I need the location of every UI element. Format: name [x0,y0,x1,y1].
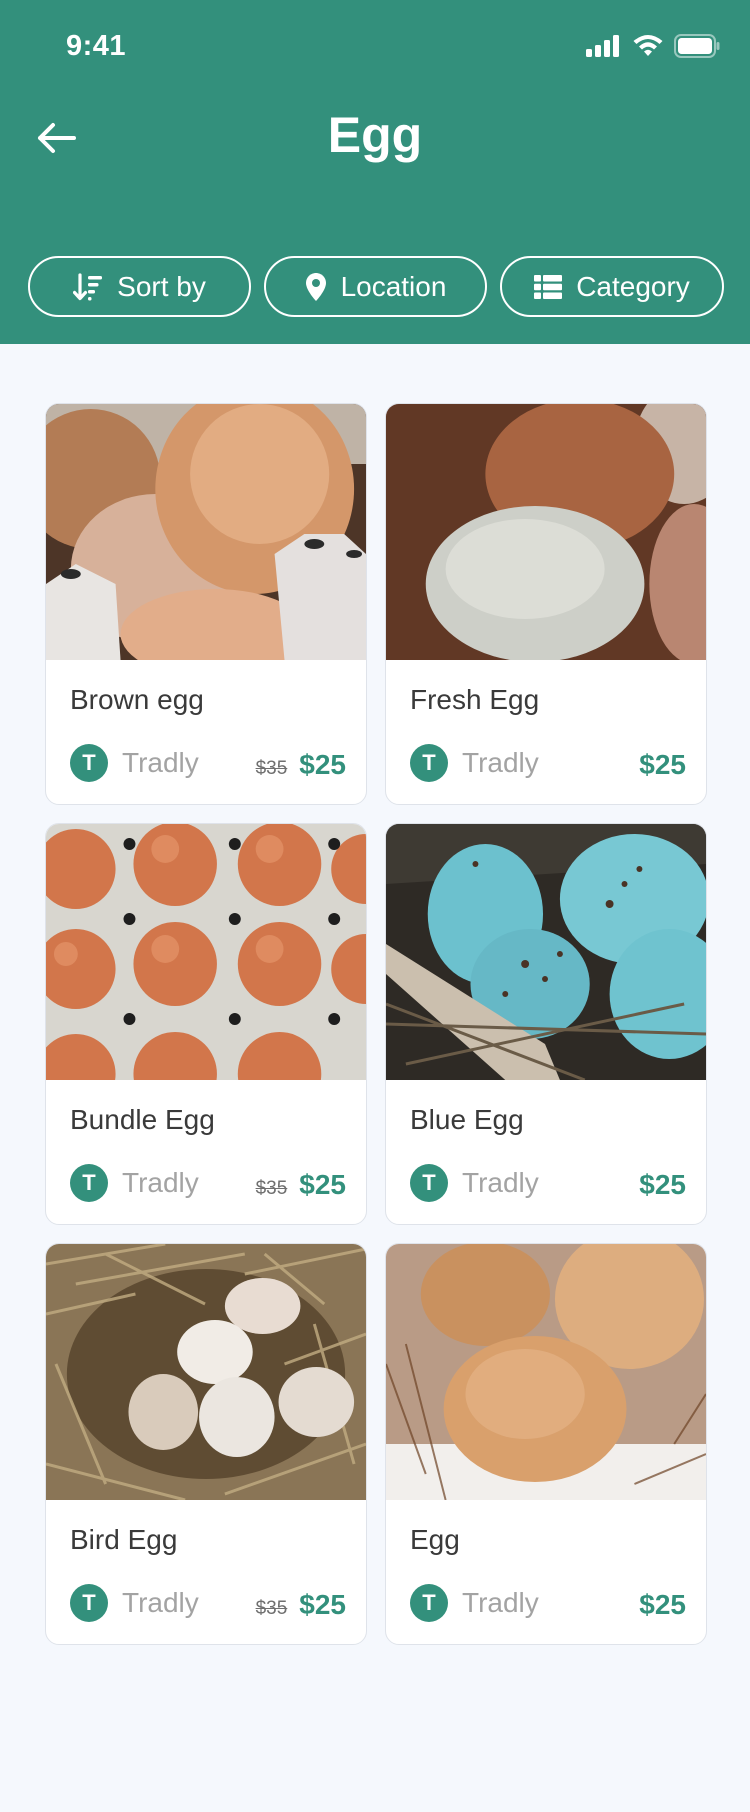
store-avatar: T [410,744,448,782]
store-name: Tradly [122,1167,199,1198]
store-info: T Tradly [70,744,199,782]
price-group: $35 $25 [256,1589,346,1621]
sale-price: $25 [639,1589,686,1620]
filter-bar: Sort by Location Category [28,256,724,317]
store-info: T Tradly [410,1584,539,1622]
product-name: Brown egg [70,684,204,715]
product-image [386,1244,706,1500]
status-time: 9:41 [66,30,127,62]
store-name: Tradly [122,1587,199,1618]
store-info: T Tradly [70,1164,199,1202]
category-list-icon [534,274,563,299]
product-image [46,404,366,660]
product-name: Bundle Egg [70,1104,215,1135]
location-pin-icon [305,272,326,301]
product-image [386,824,706,1080]
product-card[interactable]: Egg T Tradly $25 [385,1243,707,1645]
page-title: Egg [327,107,423,163]
product-name: Fresh Egg [410,684,540,715]
price-group: $35 $25 [256,1169,346,1201]
product-name: Egg [410,1524,460,1555]
store-avatar: T [410,1584,448,1622]
cellular-signal-icon [586,35,619,57]
store-name: Tradly [462,1167,539,1198]
product-name: Blue Egg [410,1104,524,1135]
store-info: T Tradly [410,744,539,782]
original-price: $35 [255,1178,288,1199]
store-avatar: T [70,1584,108,1622]
category-label: Category [576,270,690,302]
product-name: Bird Egg [70,1524,178,1555]
store-name: Tradly [462,1587,539,1618]
price-group: $35 $25 [256,749,346,781]
product-card[interactable]: Bird Egg T Tradly $35 $25 [45,1243,367,1645]
wifi-icon [633,35,663,56]
store-info: T Tradly [70,1584,199,1622]
store-info: T Tradly [410,1164,539,1202]
product-image [386,404,706,660]
sort-by-label: Sort by [117,270,206,302]
location-button[interactable]: Location [264,256,487,317]
sale-price: $25 [299,1169,346,1200]
battery-icon [674,34,720,58]
store-name: Tradly [122,747,199,778]
sale-price: $25 [639,1169,686,1200]
sale-price: $25 [299,749,346,780]
store-avatar: T [70,1164,108,1202]
original-price: $35 [255,758,288,779]
product-card[interactable]: Blue Egg T Tradly $25 [385,823,707,1225]
store-name: Tradly [462,747,539,778]
status-icons [586,34,720,58]
product-grid: Brown egg T Tradly $35 $25 Fresh Egg T T… [45,403,707,1645]
product-card[interactable]: Fresh Egg T Tradly $25 [385,403,707,805]
product-image [46,824,366,1080]
price-group: $25 [627,1589,686,1621]
product-card[interactable]: Brown egg T Tradly $35 $25 [45,403,367,805]
store-avatar: T [410,1164,448,1202]
price-group: $25 [627,749,686,781]
location-label: Location [340,270,447,302]
store-avatar: T [70,744,108,782]
app-header: 9:41 Egg Sort by Location Category [0,0,750,344]
sale-price: $25 [299,1589,346,1620]
product-card[interactable]: Bundle Egg T Tradly $35 $25 [45,823,367,1225]
product-image [46,1244,366,1500]
sort-icon [73,272,103,300]
sort-by-button[interactable]: Sort by [28,256,251,317]
original-price: $35 [255,1598,288,1619]
sale-price: $25 [639,749,686,780]
category-button[interactable]: Category [500,256,724,317]
price-group: $25 [627,1169,686,1201]
